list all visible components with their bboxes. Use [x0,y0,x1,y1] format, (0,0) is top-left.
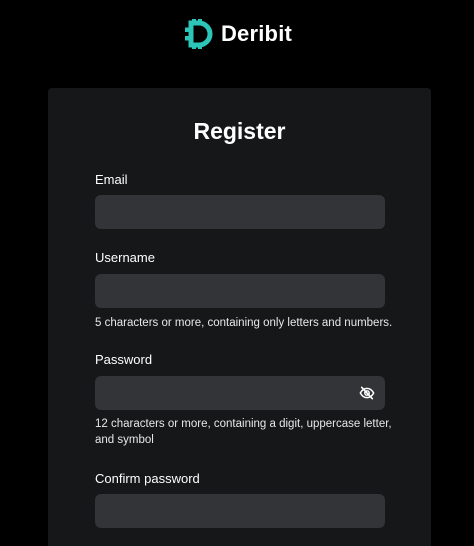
confirm-password-label: Confirm password [95,471,200,486]
username-hint: 5 characters or more, containing only le… [95,317,393,329]
password-hint-line-2: and symbol [95,434,154,446]
brand-name: Deribit [220,21,293,46]
eye-off-icon [359,386,375,400]
page-title: Register [193,118,286,144]
password-label: Password [95,352,153,367]
password-visibility-toggle[interactable] [357,383,377,403]
email-label: Email [95,172,128,187]
register-page: Deribit Register Email Username 5 charac… [0,0,474,546]
email-field[interactable] [95,195,385,229]
password-hint-line-1: 12 characters or more, containing a digi… [95,418,392,430]
password-field[interactable] [95,376,385,410]
register-card: Register Email Username 5 characters or … [48,88,431,546]
username-field[interactable] [95,274,385,308]
username-label: Username [95,250,155,265]
password-hint: 12 characters or more, containing a digi… [95,416,395,448]
confirm-password-field[interactable] [95,494,385,528]
deribit-logo-icon [184,19,213,49]
brand-header[interactable]: Deribit [0,17,474,51]
